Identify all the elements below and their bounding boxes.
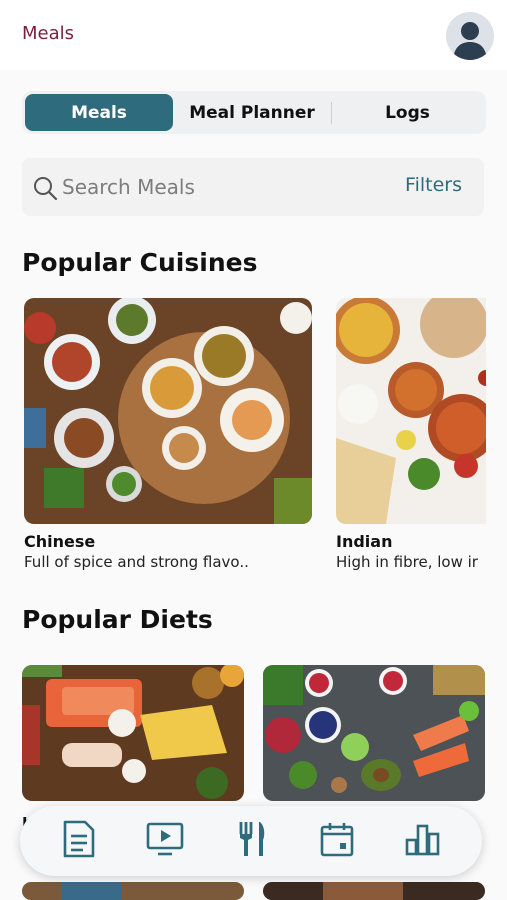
diet-card-image-row3-left[interactable] [22,882,244,900]
bottom-navigation [20,806,482,876]
nav-stats-button[interactable] [401,819,445,863]
diet-card-keto-image[interactable] [22,665,244,801]
cuisine-description: Full of spice and strong flavo.. [24,553,249,571]
top-bar: Meals [0,0,507,70]
search-bar: Filters [22,158,484,216]
indian-food-image [336,298,486,524]
cuisine-title: Chinese [24,532,96,551]
calendar-icon [320,821,354,861]
nav-calendar-button[interactable] [315,819,359,863]
cuisine-title: Indian [336,532,393,551]
diet-card-image-row3-right[interactable] [263,882,485,900]
popular-cuisines-title: Popular Cuisines [22,248,258,277]
nav-video-button[interactable] [143,819,187,863]
search-input[interactable] [62,171,362,203]
document-icon [61,820,97,862]
video-play-icon [146,822,184,860]
cuisine-card-chinese[interactable]: Chinese Full of spice and strong flavo.. [24,298,312,571]
tab-meals[interactable]: Meals [25,94,173,131]
tab-logs[interactable]: Logs [332,94,483,131]
user-avatar-icon[interactable] [446,12,494,60]
popular-diets-title: Popular Diets [22,605,213,634]
fork-knife-icon [235,820,267,862]
chinese-food-image [24,298,312,524]
cuisine-card-indian[interactable]: Indian High in fibre, low ir [336,298,486,571]
cuisine-carousel[interactable]: Chinese Full of spice and strong flavo..… [24,298,486,588]
app-title: Meals [22,23,75,44]
nav-document-button[interactable] [57,819,101,863]
search-icon [32,175,58,205]
bar-chart-icon [405,822,441,860]
tab-bar: Meals Meal Planner Logs [22,91,486,134]
nav-meals-button[interactable] [229,819,273,863]
cuisine-description: High in fibre, low ir [336,553,478,571]
diet-card-mediterranean-image[interactable] [263,665,485,801]
tab-meal-planner[interactable]: Meal Planner [173,94,331,131]
filters-button[interactable]: Filters [405,174,462,196]
